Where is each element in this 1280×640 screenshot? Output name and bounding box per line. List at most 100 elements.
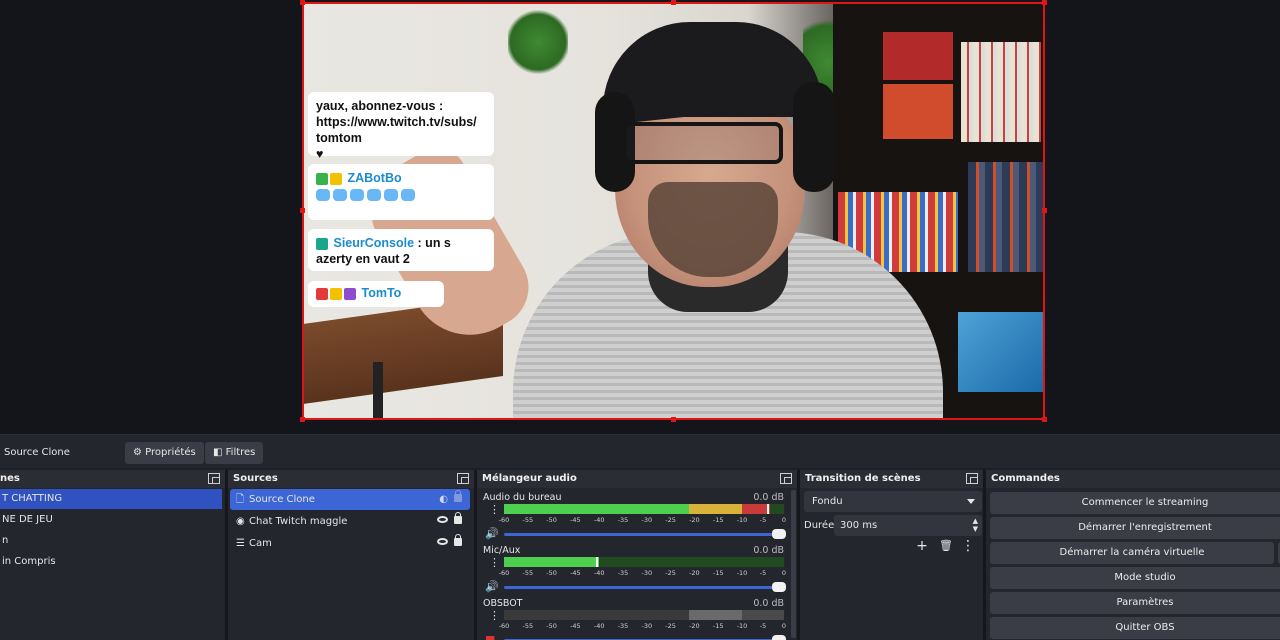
lock-icon[interactable] xyxy=(454,490,462,502)
badge-icon xyxy=(344,287,356,300)
chat-username: TomTo xyxy=(361,286,402,300)
speaker-icon[interactable]: 🔊 xyxy=(485,527,499,540)
visibility-mixed-icon[interactable]: ◐ xyxy=(439,489,448,510)
meter-tick-label: -45 xyxy=(570,516,581,524)
slider-knob[interactable] xyxy=(772,529,786,539)
source-item[interactable]: ◉ Chat Twitch maggle xyxy=(230,511,470,532)
emote-icon xyxy=(367,188,381,201)
volume-slider[interactable] xyxy=(504,529,786,539)
meter-scale: -60 -55 -50 -45 -40 -35 -30 -25 -20 -15 -10 -5 0 xyxy=(499,569,787,579)
meter-yellow-zone xyxy=(688,504,742,514)
transition-more-button[interactable]: ⋮ xyxy=(958,537,978,555)
scene-transitions-dock: Transition de scènes Fondu Durée 300 ms … xyxy=(800,470,983,640)
source-item[interactable]: ☰ Cam xyxy=(230,533,470,554)
channel-menu-icon[interactable]: ⋮ xyxy=(489,504,500,515)
channel-menu-icon[interactable]: ⋮ xyxy=(489,557,500,568)
filters-button[interactable]: ◧ Filtres xyxy=(205,442,264,464)
chat-message: ZABotBo xyxy=(308,164,494,220)
lock-icon[interactable] xyxy=(454,512,462,524)
scene-item[interactable]: n xyxy=(0,531,222,551)
shelf-book xyxy=(883,32,953,80)
resize-handle[interactable] xyxy=(300,417,305,422)
spinner-arrows-icon[interactable]: ▲ ▼ xyxy=(973,517,978,533)
program-preview[interactable]: yaux, abonnez-vous : https://www.twitch.… xyxy=(303,2,1045,420)
transition-selected-value: Fondu xyxy=(812,496,843,507)
emote-icon xyxy=(384,188,398,201)
volume-meter xyxy=(504,557,784,567)
undock-icon[interactable] xyxy=(780,473,792,484)
transition-select[interactable]: Fondu xyxy=(804,491,982,512)
resize-handle[interactable] xyxy=(1042,208,1047,213)
start-streaming-button[interactable]: Commencer le streaming xyxy=(990,492,1280,514)
eye-icon[interactable] xyxy=(437,538,448,545)
start-recording-button[interactable]: Démarrer l'enregistrement xyxy=(990,517,1280,539)
duration-label: Durée xyxy=(804,520,835,531)
duration-input[interactable]: 300 ms ▲ ▼ xyxy=(834,515,982,536)
resize-handle[interactable] xyxy=(1042,417,1047,422)
slider-knob[interactable] xyxy=(772,635,786,640)
meter-tick-label: -25 xyxy=(665,569,676,577)
scene-item[interactable]: NE DE JEU xyxy=(0,510,222,530)
dock-header: Mélangeur audio xyxy=(477,470,797,488)
meter-green-zone xyxy=(504,504,689,514)
speaker-icon[interactable]: 🔊 xyxy=(485,580,499,593)
meter-tick-label: -10 xyxy=(736,516,748,524)
meter-tick-label: -45 xyxy=(570,622,581,630)
meter-tick-label: -10 xyxy=(736,622,748,630)
undock-icon[interactable] xyxy=(966,473,978,484)
scene-item[interactable]: in Compris xyxy=(0,552,222,572)
chevron-down-icon xyxy=(967,499,975,504)
meter-tick-label: -40 xyxy=(593,569,605,577)
channel-menu-icon[interactable]: ⋮ xyxy=(489,610,500,621)
badge-icon xyxy=(316,172,328,185)
channel-db: 0.0 dB xyxy=(753,545,784,556)
scene-item[interactable]: T CHATTING xyxy=(0,489,222,509)
meter-tick-label: -15 xyxy=(712,622,724,630)
channel-db: 0.0 dB xyxy=(753,598,784,609)
meter-tick-label: -60 xyxy=(498,622,510,630)
resize-handle[interactable] xyxy=(1042,0,1047,5)
dock-title: nes xyxy=(0,473,20,484)
resize-handle[interactable] xyxy=(671,0,676,5)
settings-button[interactable]: Paramètres xyxy=(990,592,1280,614)
volume-meter xyxy=(504,610,784,620)
badge-icon xyxy=(316,287,328,300)
shelf-book xyxy=(961,42,1041,142)
properties-button[interactable]: ⚙ Propriétés xyxy=(125,442,204,464)
start-virtual-camera-button[interactable]: Démarrer la caméra virtuelle xyxy=(990,542,1274,564)
meter-tick-label: -15 xyxy=(712,516,724,524)
properties-label: Propriétés xyxy=(145,447,196,458)
resize-handle[interactable] xyxy=(300,208,305,213)
list-icon: ☰ xyxy=(236,538,245,549)
resize-handle[interactable] xyxy=(300,0,305,5)
add-transition-button[interactable]: + xyxy=(912,537,932,555)
meter-tick-label: 0 xyxy=(781,622,787,630)
mixer-scrollbar[interactable] xyxy=(791,490,796,638)
meter-tick-label: 0 xyxy=(781,569,787,577)
commands-dock: Commandes Commencer le streaming Démarre… xyxy=(986,470,1280,640)
channel-name: Audio du bureau xyxy=(483,492,562,503)
undock-icon[interactable] xyxy=(457,473,469,484)
meter-peak-marker xyxy=(596,557,599,567)
audio-mixer-dock: Mélangeur audio Audio du bureau 0.0 dB ⋮ -6… xyxy=(477,470,797,640)
resize-handle[interactable] xyxy=(671,417,676,422)
lock-icon[interactable] xyxy=(454,534,462,546)
volume-slider[interactable] xyxy=(504,582,786,592)
badge-icon xyxy=(316,237,328,250)
clone-icon: 🗋 xyxy=(236,494,245,505)
delete-transition-button[interactable]: 🗑 xyxy=(936,537,956,555)
exit-obs-button[interactable]: Quitter OBS xyxy=(990,617,1280,639)
mute-icon[interactable]: ■ xyxy=(485,633,495,640)
source-item[interactable]: 🗋 Source Clone ◐ xyxy=(230,489,470,510)
meter-tick-label: -45 xyxy=(570,569,581,577)
undock-icon[interactable] xyxy=(208,473,220,484)
slider-knob[interactable] xyxy=(772,582,786,592)
chat-username: SieurConsole xyxy=(333,236,415,250)
eye-icon[interactable] xyxy=(437,516,448,523)
dock-header: Commandes xyxy=(986,470,1280,488)
studio-mode-button[interactable]: Mode studio xyxy=(990,567,1280,589)
meter-tick-label: -35 xyxy=(617,516,629,524)
selected-source-name: Source Clone xyxy=(4,447,70,458)
sources-dock: Sources 🗋 Source Clone ◐ ◉ Chat Twitch mag… xyxy=(228,470,474,640)
meter-tick-label: -30 xyxy=(641,622,653,630)
